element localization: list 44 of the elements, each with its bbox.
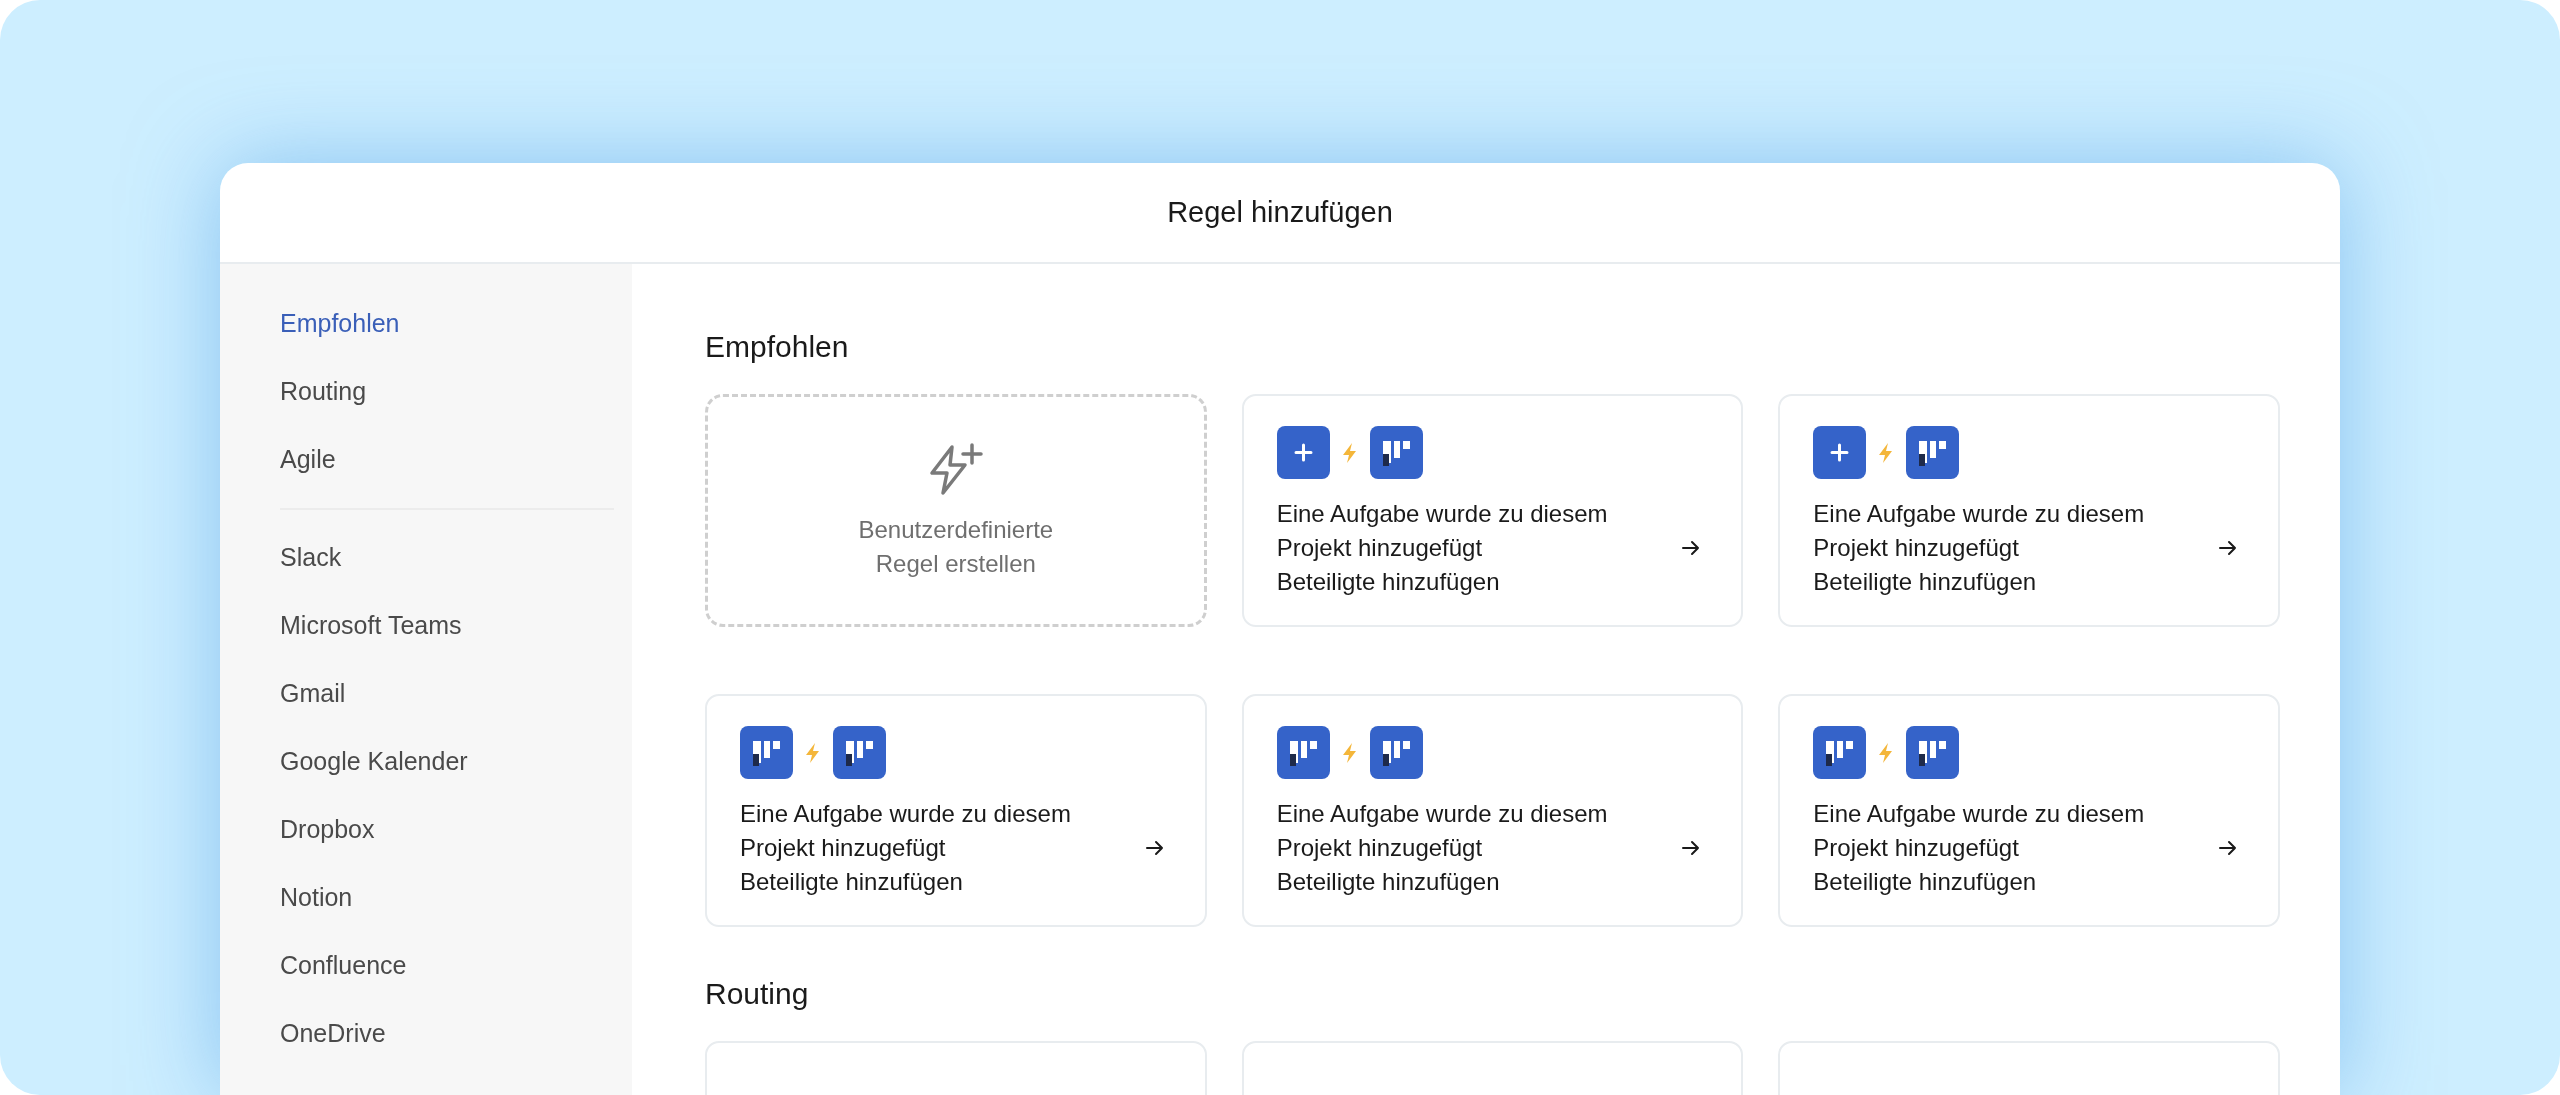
sidebar-item[interactable]: Slack — [280, 524, 342, 592]
sidebar-item[interactable]: Microsoft Teams — [280, 592, 462, 660]
sidebar-item[interactable]: Notion — [280, 864, 353, 932]
plus-icon — [1813, 426, 1867, 479]
sidebar-item[interactable]: Gmail — [280, 660, 346, 728]
sidebar-item[interactable]: Agile — [280, 426, 336, 494]
rule-description: Eine Aufgabe wurde zu diesem Projekt hinzugefügt Beteiligte hinzufügen — [1276, 499, 1608, 597]
lightning-icon — [1340, 741, 1359, 764]
section-heading: Empfohlen — [705, 329, 849, 365]
rule-description: Eine Aufgabe wurde zu diesem Projekt hinzugefügt Beteiligte hinzufügen — [1813, 799, 2145, 897]
arrow-right-icon — [1681, 539, 1702, 557]
board-icon — [1906, 726, 1960, 779]
rule-description: Eine Aufgabe wurde zu diesem Projekt hinzugefügt Beteiligte hinzufügen — [740, 799, 1071, 897]
card-label: Benutzerdefinierte Regel erstellen — [858, 514, 1054, 579]
arrow-right-icon — [2218, 539, 2238, 557]
lightning-icon — [1340, 441, 1359, 464]
dialog-title: Regel hinzufügen — [1167, 194, 1393, 230]
sidebar-item[interactable]: Confluence — [280, 932, 407, 1000]
custom-rule-card[interactable]: Benutzerdefinierte Regel erstellen — [705, 394, 1207, 627]
board-icon — [1369, 726, 1423, 779]
board-icon — [1813, 726, 1867, 779]
board-icon — [1906, 426, 1960, 479]
arrow-right-icon — [1681, 839, 1702, 857]
board-icon — [1276, 726, 1330, 779]
sidebar-item[interactable]: Empfohlen — [280, 290, 400, 358]
rule-card[interactable]: Eine Aufgabe wurde zu diesem Projekt hinzugefügt Beteiligte hinzufügen — [1241, 694, 1744, 927]
board-icon — [833, 726, 886, 779]
plus-icon — [1276, 426, 1330, 479]
sidebar-item[interactable]: OneDrive — [280, 1000, 386, 1068]
rule-description: Eine Aufgabe wurde zu diesem Projekt hinzugefügt Beteiligte hinzufügen — [1276, 799, 1608, 897]
section-heading: Routing — [705, 976, 809, 1012]
rule-card[interactable]: Eine Aufgabe wurde zu diesem Projekt hinzugefügt Beteiligte hinzufügen — [705, 694, 1207, 927]
sidebar-item[interactable]: Routing — [280, 358, 367, 426]
sidebar-item[interactable]: Dropbox — [280, 796, 375, 864]
board-icon — [740, 726, 793, 779]
rule-card[interactable]: Eine Aufgabe wurde zu diesem Projekt hinzugefügt Beteiligte hinzufügen — [1778, 694, 2280, 927]
rule-description: Eine Aufgabe wurde zu diesem Projekt hinzugefügt Beteiligte hinzufügen — [1813, 499, 2145, 597]
rule-card[interactable]: Eine Aufgabe wurde zu diesem Projekt hinzugefügt Beteiligte hinzufügen — [1241, 394, 1744, 627]
rule-card[interactable]: Eine Aufgabe wurde zu diesem Projekt hinzugefügt Beteiligte hinzufügen — [1778, 394, 2280, 627]
arrow-right-icon — [1144, 839, 1165, 857]
arrow-right-icon — [2218, 839, 2238, 857]
sidebar-item[interactable]: Google Kalender — [280, 728, 468, 796]
board-icon — [1369, 426, 1423, 479]
lightning-icon — [804, 741, 822, 764]
